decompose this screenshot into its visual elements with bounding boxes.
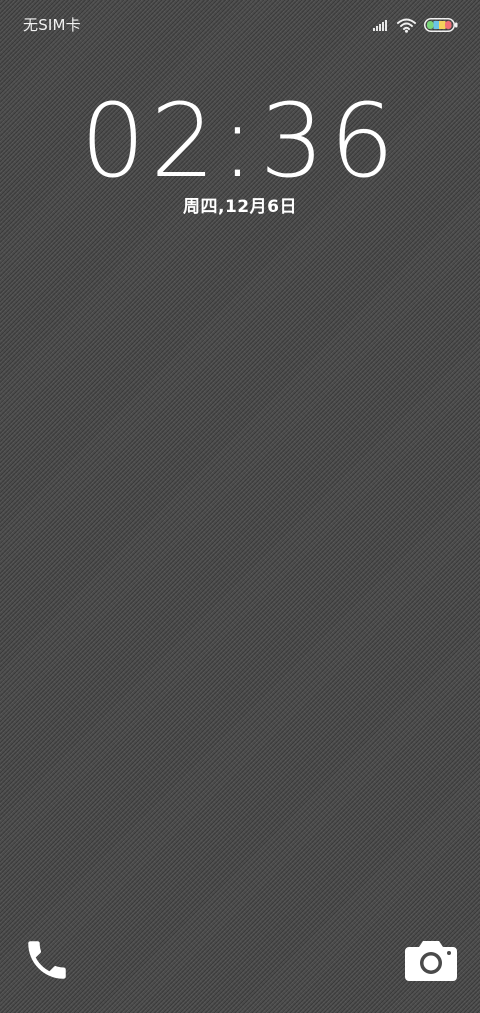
phone-shortcut-button[interactable] — [19, 934, 75, 990]
phone-icon — [22, 935, 72, 989]
wifi-icon — [397, 18, 416, 33]
camera-icon — [404, 937, 458, 987]
carrier-label: 无SIM卡 — [23, 16, 81, 34]
status-icons — [373, 14, 458, 36]
camera-shortcut-button[interactable] — [403, 934, 459, 990]
signal-icon — [373, 19, 389, 31]
battery-icon — [424, 18, 458, 32]
lockscreen-clock: 02:36 — [80, 82, 400, 201]
lockscreen-date: 周四,12月6日 — [183, 197, 297, 217]
status-bar: 无SIM卡 — [0, 0, 480, 52]
